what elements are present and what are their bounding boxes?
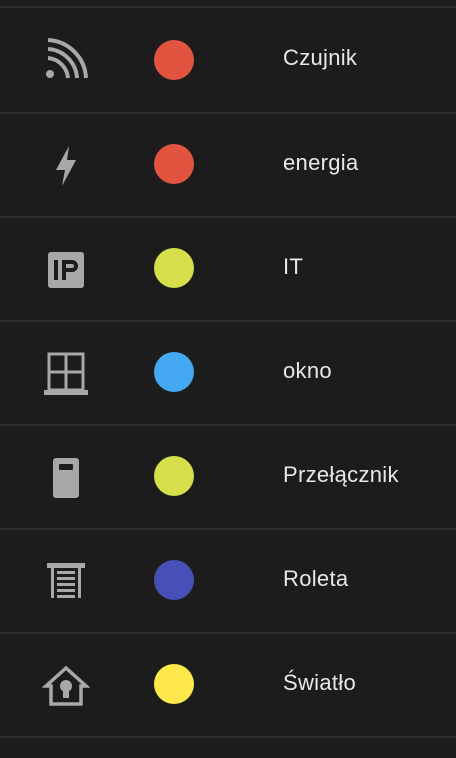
color-dot [154, 248, 194, 288]
wifi-sensor-icon [42, 36, 90, 84]
label-name: Światło [283, 670, 357, 695]
label-row-czujnik[interactable]: Czujnik [0, 8, 456, 110]
label-row-przelacznik[interactable]: Przełącznik [0, 426, 456, 528]
ip-icon [42, 246, 90, 294]
label-row-okno[interactable]: okno [0, 322, 456, 424]
roller-shutter-icon [42, 558, 90, 606]
label-row-energia[interactable]: energia [0, 114, 456, 216]
label-row-it[interactable]: IT [0, 218, 456, 320]
divider [0, 736, 456, 738]
label-name: IT [283, 254, 304, 279]
color-dot [154, 560, 194, 600]
label-row-swiatlo[interactable]: Światło [0, 634, 456, 736]
label-row-roleta[interactable]: Roleta [0, 530, 456, 632]
color-dot [154, 664, 194, 704]
home-lightbulb-icon [42, 662, 90, 710]
lightning-bolt-icon [42, 142, 90, 190]
label-name: Czujnik [283, 45, 358, 70]
window-icon [42, 350, 90, 398]
color-dot [154, 144, 194, 184]
label-name: okno [283, 358, 332, 383]
label-name: energia [283, 150, 359, 175]
switch-icon [42, 454, 90, 502]
label-list: Czujnik energia IT okno Przełącznik Role… [0, 0, 456, 758]
color-dot [154, 456, 194, 496]
label-name: Roleta [283, 566, 349, 591]
color-dot [154, 352, 194, 392]
label-name: Przełącznik [283, 462, 399, 487]
color-dot [154, 40, 194, 80]
